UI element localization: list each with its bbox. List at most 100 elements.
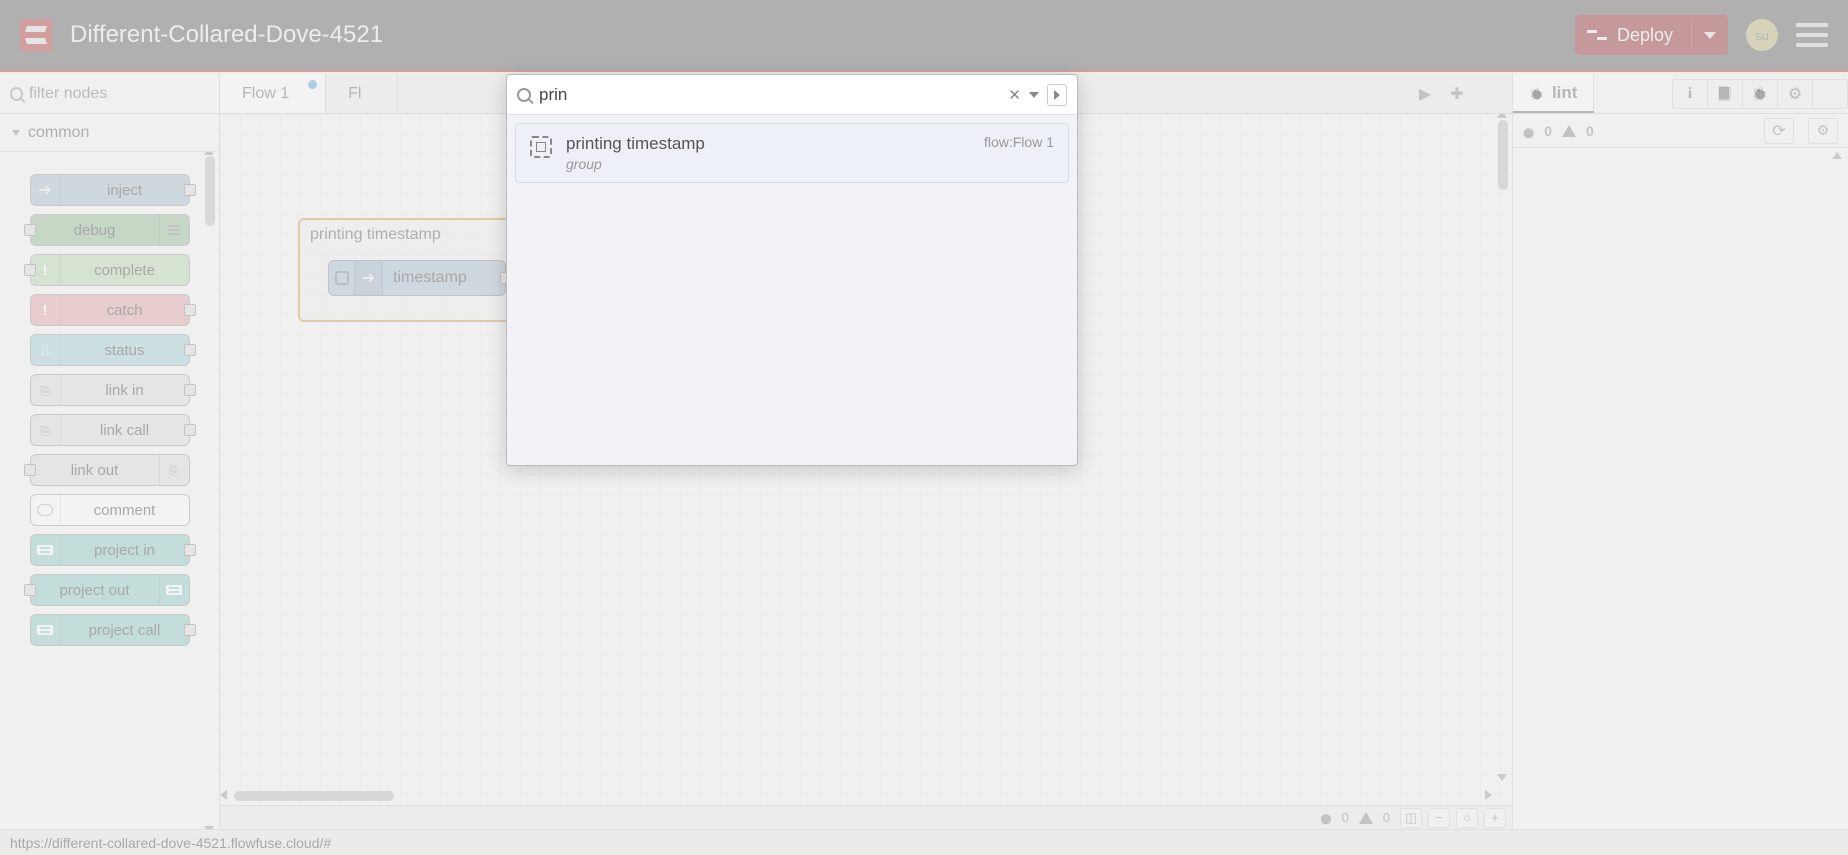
proj-icon [31,615,61,645]
palette-node-inject[interactable]: inject [30,174,190,206]
sidebar-tab-label: lint [1552,83,1578,103]
node-port[interactable] [184,424,196,436]
palette-node-comment[interactable]: comment [30,494,190,526]
sidebar-info-button[interactable] [1672,79,1708,109]
user-avatar[interactable]: su [1746,19,1778,51]
lint-refresh-button[interactable] [1764,118,1794,144]
link-icon [31,375,61,405]
search-input-row: ✕ [507,75,1077,115]
lint-results [1513,148,1848,829]
palette-node-label: project call [61,622,189,639]
inject-trigger-button[interactable] [329,261,355,295]
app-title: Different-Collared-Dove-4521 [70,21,383,49]
navigator-button[interactable] [1400,808,1422,828]
palette-category-common[interactable]: common [0,114,219,152]
group-printing-timestamp[interactable]: printing timestamp timestamp [298,218,518,322]
node-port[interactable] [184,544,196,556]
arrow-right-icon [355,261,383,295]
search-reveal-button[interactable] [1047,84,1067,106]
node-port[interactable] [184,384,196,396]
node-port[interactable] [184,304,196,316]
proj-icon [31,535,61,565]
search-result-title: printing timestamp [566,134,970,154]
sidebar-config-button[interactable] [1777,79,1813,109]
clear-search-button[interactable]: ✕ [1008,86,1021,104]
palette-node-link-call[interactable]: link call [30,414,190,446]
app-logo [20,19,52,51]
canvas-scrollbar-vertical[interactable] [1498,120,1508,190]
sidebar-tab-lint[interactable]: lint [1513,74,1594,113]
footer-warning-count: 0 [1379,810,1394,825]
node-port[interactable] [184,624,196,636]
node-port[interactable] [184,344,196,356]
inject-node-timestamp[interactable]: timestamp [328,260,506,296]
node-port[interactable] [24,464,36,476]
run-flow-button[interactable]: ▶ [1410,79,1440,109]
palette-node-catch[interactable]: catch [30,294,190,326]
error-icon [1320,810,1331,825]
node-label: timestamp [383,269,505,287]
pulse-icon [31,335,61,365]
palette-node-link-in[interactable]: link in [30,374,190,406]
proj-icon [159,575,189,605]
search-icon [10,87,23,101]
warning-icon [1562,125,1576,137]
main-menu-button[interactable] [1796,23,1828,47]
zoom-in-button[interactable]: + [1484,808,1506,828]
status-url: https://different-collared-dove-4521.flo… [10,835,331,851]
group-icon [530,136,552,158]
palette-node-label: debug [31,222,159,239]
chevron-down-icon[interactable] [1704,32,1716,39]
palette-node-debug[interactable]: debug [30,214,190,246]
deploy-button[interactable]: Deploy [1575,15,1728,55]
list-icon [159,215,189,245]
node-port[interactable] [184,184,196,196]
palette-node-label: complete [61,262,189,279]
node-port[interactable] [24,224,36,236]
warning-icon [1359,812,1373,824]
link-icon [159,455,189,485]
palette-node-project-out[interactable]: project out [30,574,190,606]
search-result-subtitle: group [566,156,970,172]
sidebar: lint 0 0 [1513,74,1848,829]
deploy-label: Deploy [1617,25,1673,46]
lint-settings-button[interactable] [1808,118,1838,144]
add-flow-button[interactable]: ✚ [1442,79,1472,109]
app-header: Different-Collared-Dove-4521 Deploy su [0,0,1848,72]
search-input[interactable] [539,85,1000,105]
palette-node-label: comment [61,502,189,519]
search-icon [517,88,531,102]
palette-category-label: common [28,124,89,142]
palette-node-complete[interactable]: complete [30,254,190,286]
palette-node-status[interactable]: status [30,334,190,366]
palette-node-label: status [61,342,189,359]
palette-node-label: link out [31,462,159,479]
workspace-footer: 0 0 − ○ + [220,805,1512,829]
flow-tab-Fl[interactable]: Fl [326,74,398,113]
search-options-button[interactable] [1029,92,1039,98]
bug-icon [1529,83,1544,103]
palette-node-project-in[interactable]: project in [30,534,190,566]
canvas-scrollbar-horizontal[interactable] [234,791,394,801]
search-result-item[interactable]: printing timestamp group flow:Flow 1 [515,123,1069,183]
chevron-down-icon [12,130,20,136]
palette-filter[interactable] [0,74,219,114]
node-port[interactable] [24,584,36,596]
zoom-reset-button[interactable]: ○ [1456,808,1478,828]
unsaved-indicator [308,80,317,89]
palette-node-project-call[interactable]: project call [30,614,190,646]
flow-tab-label: Flow 1 [242,85,289,103]
palette-filter-input[interactable] [29,85,209,103]
palette-node-label: link call [61,422,189,439]
palette-node-link-out[interactable]: link out [30,454,190,486]
arrow-icon [31,175,61,205]
flow-tab-Flow-1[interactable]: Flow 1 [220,74,326,113]
sidebar-debug-button[interactable] [1742,79,1778,109]
sidebar-more-button[interactable] [1812,79,1848,109]
palette-scrollbar[interactable] [205,156,215,226]
zoom-out-button[interactable]: − [1428,808,1450,828]
sidebar-help-button[interactable] [1707,79,1743,109]
flow-menu-button[interactable] [1474,79,1504,109]
deploy-icon [1587,27,1607,43]
node-port[interactable] [24,264,36,276]
